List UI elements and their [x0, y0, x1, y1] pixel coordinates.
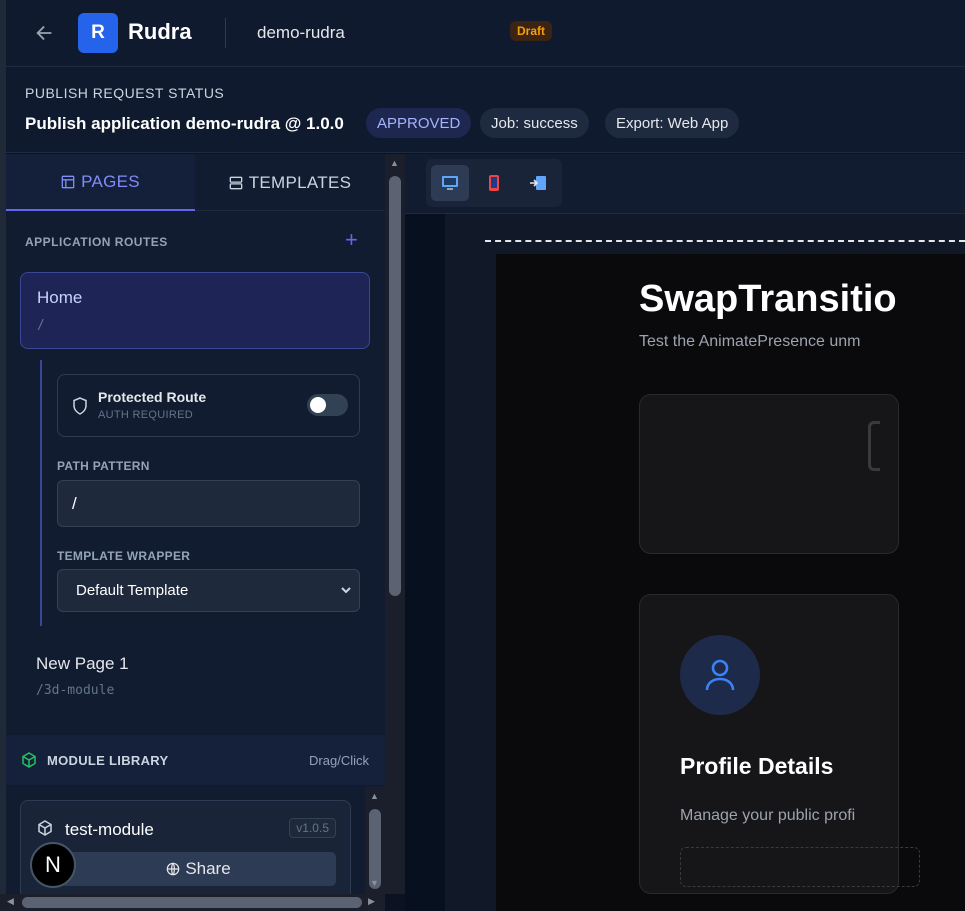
- preview-page-subtitle: Test the AnimatePresence unm: [639, 333, 861, 350]
- scrollbar-thumb[interactable]: [389, 176, 401, 596]
- profile-details-card[interactable]: Profile Details Manage your public profi: [639, 594, 920, 894]
- add-route-plus-icon[interactable]: +: [345, 229, 363, 251]
- top-bar: R Rudra demo-rudra Draft: [6, 0, 965, 67]
- card-frame-edge: [868, 421, 880, 471]
- status-title: PUBLISH REQUEST STATUS: [25, 85, 225, 101]
- panel-tabs: PAGES TEMPLATES: [6, 154, 385, 211]
- left-panel: PAGES TEMPLATES APPLICATION ROUTES + Hom…: [6, 154, 385, 911]
- module-name: test-module: [65, 820, 154, 839]
- scroll-down-arrow-icon[interactable]: ▼: [370, 878, 379, 888]
- back-arrow-icon[interactable]: [34, 22, 56, 44]
- horizontal-scrollbar[interactable]: ◀ ▶: [0, 894, 385, 911]
- package-icon: [37, 820, 53, 836]
- desktop-view-button[interactable]: [431, 165, 469, 201]
- route-name: Home: [37, 288, 83, 307]
- scroll-up-arrow-icon[interactable]: ▲: [390, 158, 399, 168]
- toggle-knob: [310, 397, 326, 413]
- brand-logo: R: [78, 13, 118, 53]
- protected-route-toggle[interactable]: [307, 394, 348, 416]
- shield-icon: [72, 397, 88, 415]
- tab-pages[interactable]: PAGES: [6, 154, 195, 211]
- scroll-up-arrow-icon[interactable]: ▲: [370, 791, 379, 801]
- header-divider: [225, 18, 226, 48]
- brand-name: Rudra: [128, 19, 192, 44]
- canvas-viewport: SwapTransitio Test the AnimatePresence u…: [405, 214, 965, 911]
- profile-details-subtitle: Manage your public profi: [680, 807, 856, 824]
- cube-icon: [21, 752, 37, 768]
- drag-click-hint: Drag/Click: [309, 753, 369, 768]
- template-selected-value: Default Template: [76, 582, 189, 599]
- module-version-badge: v1.0.5: [289, 818, 336, 838]
- route-name: New Page 1: [36, 654, 129, 673]
- tab-templates-label: TEMPLATES: [248, 172, 352, 192]
- route-path: /3d-module: [36, 683, 115, 698]
- job-status-badge: Job: success: [480, 108, 589, 138]
- tab-pages-label: PAGES: [81, 171, 140, 191]
- scrollbar-thumb[interactable]: [22, 897, 362, 908]
- share-label: Share: [185, 859, 231, 878]
- nextjs-dev-badge[interactable]: N: [30, 842, 76, 888]
- route-item-new-page-1[interactable]: New Page 1 /3d-module: [36, 654, 129, 698]
- mobile-view-button[interactable]: [475, 165, 513, 201]
- route-path: /: [37, 318, 45, 333]
- template-wrapper-select[interactable]: Default Template: [57, 569, 360, 612]
- profile-details-title: Profile Details: [680, 753, 834, 779]
- path-pattern-input[interactable]: /: [57, 480, 360, 527]
- fit-view-button[interactable]: [519, 165, 557, 201]
- path-pattern-label: PATH PATTERN: [57, 459, 150, 473]
- route-details-rail: [40, 360, 42, 626]
- scrollbar-thumb[interactable]: [369, 809, 381, 889]
- module-library-title: MODULE LIBRARY: [47, 753, 169, 768]
- scroll-left-arrow-icon[interactable]: ◀: [7, 896, 14, 907]
- user-icon: [705, 659, 735, 691]
- avatar: [680, 635, 760, 715]
- protected-route-title: Protected Route: [98, 389, 207, 405]
- mobile-icon: [489, 175, 499, 191]
- canvas-gutter: [405, 214, 445, 911]
- device-toolbar: [405, 154, 965, 214]
- expand-icon: [530, 176, 546, 190]
- preview-card[interactable]: [639, 394, 899, 554]
- canvas-area: SwapTransitio Test the AnimatePresence u…: [405, 154, 965, 911]
- server-icon: [229, 176, 243, 189]
- chevron-down-icon: [341, 587, 351, 594]
- project-name: demo-rudra: [257, 23, 345, 42]
- protected-route-box: Protected Route AUTH REQUIRED: [57, 374, 360, 437]
- auth-required-label: AUTH REQUIRED: [98, 409, 193, 421]
- scroll-right-arrow-icon[interactable]: ▶: [368, 896, 375, 907]
- share-button[interactable]: Share: [61, 852, 336, 886]
- approved-badge: APPROVED: [366, 108, 472, 138]
- preview-page-title: SwapTransitio: [639, 278, 897, 320]
- tab-templates[interactable]: TEMPLATES: [195, 154, 385, 211]
- draft-status-badge: Draft: [510, 21, 553, 41]
- export-type-badge: Export: Web App: [605, 108, 740, 138]
- publish-request-text: Publish application demo-rudra @ 1.0.0: [25, 114, 344, 133]
- device-switcher: [426, 159, 562, 207]
- page-boundary-line: [485, 240, 965, 242]
- template-wrapper-label: TEMPLATE WRAPPER: [57, 549, 191, 563]
- globe-icon: [167, 862, 180, 876]
- publish-status-bar: PUBLISH REQUEST STATUS Publish applicati…: [6, 67, 965, 153]
- profile-input-placeholder[interactable]: [680, 847, 920, 887]
- route-item-home[interactable]: Home /: [20, 272, 370, 349]
- left-panel-scrollbar[interactable]: ▲: [385, 154, 405, 894]
- module-list-scrollbar[interactable]: ▲ ▼: [365, 787, 385, 894]
- layout-icon: [61, 175, 75, 188]
- desktop-icon: [442, 176, 458, 190]
- routes-heading: APPLICATION ROUTES: [25, 235, 168, 249]
- module-library-header: MODULE LIBRARY Drag/Click: [6, 735, 385, 785]
